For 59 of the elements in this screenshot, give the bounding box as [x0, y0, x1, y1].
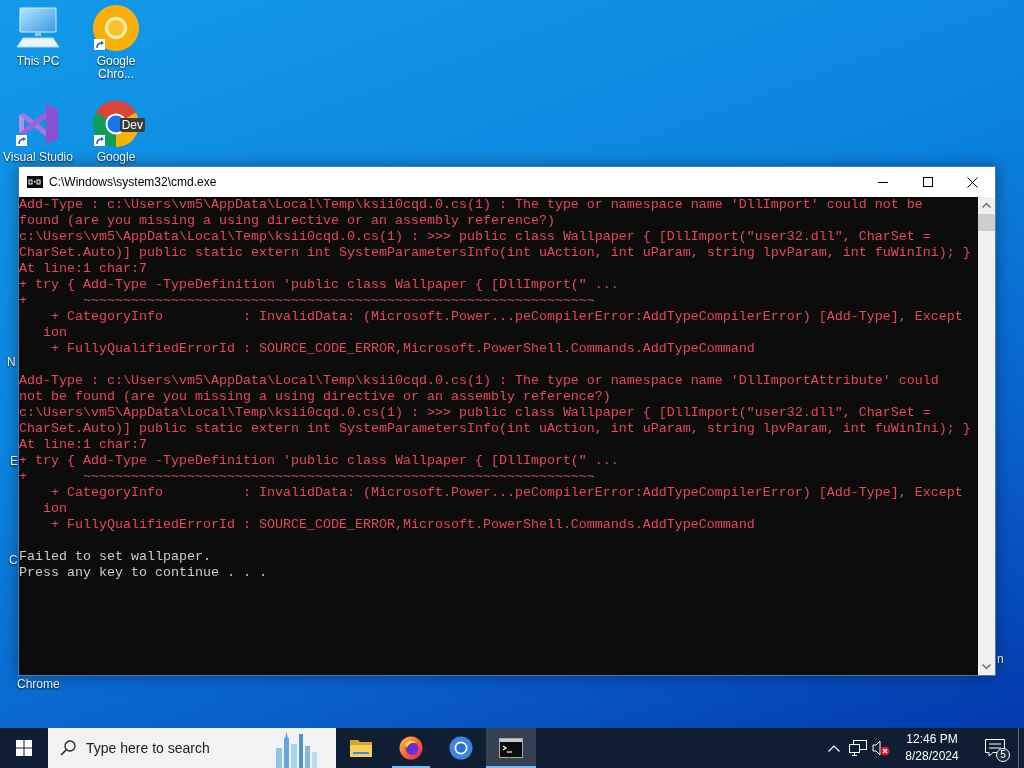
error-line: At line:1 char:7 — [19, 261, 147, 277]
taskbar-clock[interactable]: 12:46 PM 8/28/2024 — [892, 728, 972, 768]
chevron-up-icon — [982, 203, 991, 208]
console-line: Failed to set wallpaper. — [19, 549, 211, 565]
taskbar-app-button[interactable] — [486, 728, 536, 768]
desktop-icon-label[interactable]: N — [7, 356, 16, 369]
minimize-icon — [877, 181, 888, 183]
scrollbar-thumb[interactable] — [978, 214, 995, 231]
error-line: Add-Type : c:\Users\vm5\AppData\Local\Temp\ksii0cqd.0.cs(1) : The type or namespace name 'DllImport' could not be — [19, 197, 923, 213]
circle-logo-icon — [449, 736, 473, 760]
error-line: CharSet.Auto)] public static extern int SystemParametersInfo(int uAction, int uParam, string lpvParam, int fuWinIni); } — [19, 421, 971, 437]
edition-tag: Dev — [119, 118, 145, 132]
desktop-icon-label[interactable]: C — [9, 554, 18, 567]
ribbon-logo-icon — [16, 101, 60, 147]
ring-logo-icon — [92, 4, 140, 52]
chevron-up-icon — [828, 744, 840, 752]
desktop-icon-label[interactable]: Google — [96, 151, 136, 164]
desktop-icon-label[interactable]: n — [997, 653, 1004, 666]
error-line: ion — [42, 501, 67, 517]
desktop-icon-label[interactable]: This PC — [16, 55, 60, 68]
error-line: c:\Users\vm5\AppData\Local\Temp\ksii0cqd.0.cs(1) : >>> public class Wallpaper { [DllImport("user32.dll", CharSet = — [19, 405, 931, 421]
scrollbar[interactable] — [978, 197, 995, 675]
speech-bubble-icon — [985, 739, 1005, 757]
search-icon — [60, 740, 76, 756]
error-line: + FullyQualifiedErrorId : SOURCE_CODE_ERROR,Microsoft.PowerShell.Commands.AddTypeCommand — [50, 517, 755, 533]
folder-icon — [349, 738, 373, 758]
windows-logo-icon — [16, 740, 32, 756]
flame-globe-icon — [399, 736, 423, 760]
city-skyline-icon — [274, 732, 318, 768]
search-input[interactable]: Type here to search — [86, 740, 236, 756]
error-line: + try { Add-Type -TypeDefinition 'public class Wallpaper { [DllImport(" ... — [19, 453, 619, 469]
error-line: At line:1 char:7 — [19, 437, 147, 453]
error-line: c:\Users\vm5\AppData\Local\Temp\ksii0cqd.0.cs(1) : >>> public class Wallpaper { [DllImport("user32.dll", CharSet = — [19, 229, 931, 245]
window-title: C:\Windows\system32\cmd.exe — [49, 175, 217, 189]
error-line: + ~~~~~~~~~~~~~~~~~~~~~~~~~~~~~~~~~~~~~~~~~~~~~~~~~~~~~~~~~~~~~~~~ — [19, 293, 595, 309]
error-line: + CategoryInfo : InvalidData: (Microsoft.Power...peCompilerError:AddTypeCompilerError) [Add-Type], Except — [50, 485, 963, 501]
desktop-icon-label[interactable]: Chrome — [17, 678, 60, 691]
desktop-icon-label[interactable]: Google Chro... — [78, 55, 154, 81]
error-line: + CategoryInfo : InvalidData: (Microsoft.Power...peCompilerError:AddTypeCompilerError) [Add-Type], Except — [50, 309, 963, 325]
terminal-icon — [499, 738, 523, 758]
chevron-down-icon — [982, 664, 991, 669]
network-icon — [849, 740, 867, 756]
close-icon — [967, 176, 978, 188]
error-line: CharSet.Auto)] public static extern int SystemParametersInfo(int uAction, int uParam, string lpvParam, int fuWinIni); } — [19, 245, 971, 261]
desktop-icon-label[interactable]: Visual Studio — [3, 151, 73, 164]
desktop-icon-label[interactable]: E — [10, 455, 18, 468]
search-box[interactable]: Type here to search — [48, 728, 336, 768]
error-line: found (are you missing a using directive or an assembly reference?) — [19, 213, 555, 229]
error-line: not be found (are you missing a using directive or an assembly reference?) — [19, 389, 611, 405]
console-window-icon — [27, 176, 43, 188]
error-line: ion — [42, 325, 67, 341]
error-line: + ~~~~~~~~~~~~~~~~~~~~~~~~~~~~~~~~~~~~~~~~~~~~~~~~~~~~~~~~~~~~~~~~ — [19, 469, 595, 485]
error-line: Add-Type : c:\Users\vm5\AppData\Local\Temp\ksii0cqd.0.cs(1) : The type or namespace name 'DllImportAttribute' could — [19, 373, 939, 389]
maximize-icon — [922, 177, 933, 187]
error-line: + FullyQualifiedErrorId : SOURCE_CODE_ERROR,Microsoft.PowerShell.Commands.AddTypeCommand — [50, 341, 755, 357]
error-line: + try { Add-Type -TypeDefinition 'public class Wallpaper { [DllImport(" ... — [19, 277, 619, 293]
notification-center-button[interactable]: 5 — [972, 728, 1018, 768]
notification-count: 5 — [996, 748, 1010, 762]
console-line: Press any key to continue . . . — [19, 565, 267, 581]
